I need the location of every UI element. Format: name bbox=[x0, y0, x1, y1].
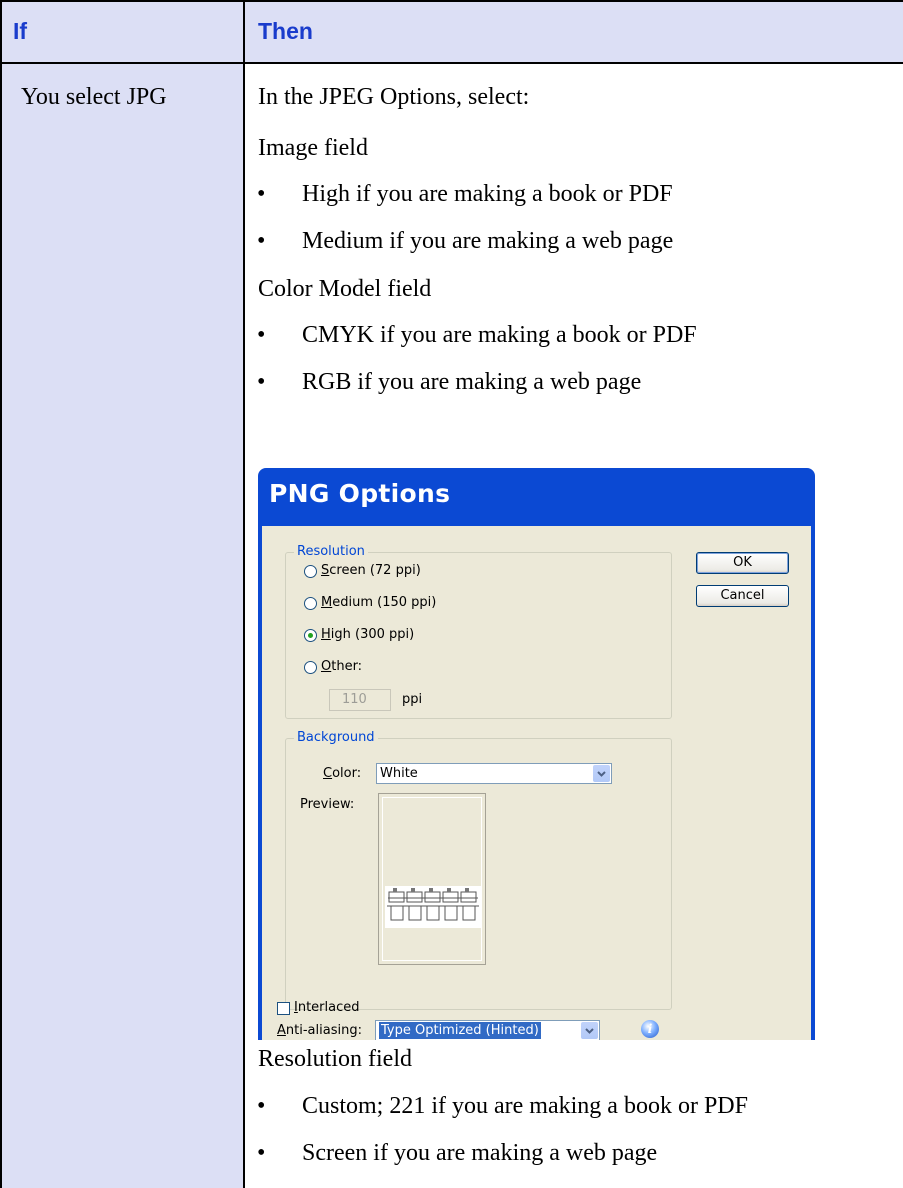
instruction-table: If Then You select JPG In the JPEG Optio… bbox=[0, 0, 903, 1188]
cancel-button[interactable]: Cancel bbox=[696, 585, 789, 607]
dialog-title: PNG Options bbox=[269, 479, 451, 508]
resolution-bullet-2: Screen if you are making a web page bbox=[302, 1140, 658, 1166]
color-label: Color: bbox=[323, 766, 362, 781]
bullet: • bbox=[257, 1140, 266, 1166]
bullet: • bbox=[257, 322, 266, 348]
radio-medium[interactable] bbox=[304, 597, 317, 610]
radio-other-label[interactable]: Other: bbox=[321, 659, 362, 674]
info-icon[interactable]: i bbox=[641, 1020, 659, 1038]
anti-aliasing-select[interactable]: Type Optimized (Hinted) bbox=[375, 1020, 600, 1040]
chevron-down-icon[interactable] bbox=[581, 1022, 598, 1039]
bullet: • bbox=[257, 181, 266, 207]
chevron-down-icon[interactable] bbox=[593, 765, 610, 782]
other-ppi-field[interactable]: 110 bbox=[329, 689, 391, 711]
interlaced-label[interactable]: Interlaced bbox=[294, 1000, 360, 1015]
interlaced-checkbox[interactable] bbox=[277, 1002, 290, 1015]
radio-high-label[interactable]: High (300 ppi) bbox=[321, 627, 414, 642]
image-field-bullet-2: Medium if you are making a web page bbox=[302, 228, 674, 254]
radio-screen-label[interactable]: Screen (72 ppi) bbox=[321, 563, 421, 578]
resolution-bullet-1: Custom; 221 if you are making a book or … bbox=[302, 1093, 748, 1119]
anti-aliasing-value: Type Optimized (Hinted) bbox=[379, 1022, 541, 1039]
column-divider bbox=[243, 0, 245, 1188]
header-then: Then bbox=[258, 18, 313, 44]
table-top-border bbox=[0, 0, 903, 2]
bullet: • bbox=[257, 1093, 266, 1119]
ppi-unit-label: ppi bbox=[402, 692, 423, 707]
background-color-value: White bbox=[380, 766, 418, 781]
radio-other[interactable] bbox=[304, 661, 317, 674]
resolution-legend: Resolution bbox=[294, 544, 368, 559]
intro-text: In the JPEG Options, select: bbox=[258, 84, 530, 110]
bullet: • bbox=[257, 228, 266, 254]
ok-button[interactable]: OK bbox=[696, 552, 789, 574]
background-legend: Background bbox=[294, 730, 378, 745]
preview-box bbox=[378, 793, 486, 965]
radio-screen[interactable] bbox=[304, 565, 317, 578]
preview-label: Preview: bbox=[300, 797, 355, 812]
radio-high[interactable] bbox=[304, 629, 317, 642]
image-field-bullet-1: High if you are making a book or PDF bbox=[302, 181, 673, 207]
color-model-bullet-2: RGB if you are making a web page bbox=[302, 369, 642, 395]
image-field-label: Image field bbox=[258, 135, 368, 161]
table-left-border bbox=[0, 0, 2, 1188]
png-options-dialog: PNG Options Resolution Screen (72 ppi) M… bbox=[258, 468, 815, 1040]
color-model-field-label: Color Model field bbox=[258, 276, 432, 302]
radio-medium-label[interactable]: Medium (150 ppi) bbox=[321, 595, 436, 610]
if-column-cell bbox=[0, 63, 243, 1188]
header-if: If bbox=[13, 18, 28, 44]
resolution-field-label: Resolution field bbox=[258, 1046, 412, 1072]
dialog-body: Resolution Screen (72 ppi) Medium (150 p… bbox=[262, 526, 811, 1040]
background-color-select[interactable]: White bbox=[376, 763, 612, 784]
header-divider bbox=[0, 62, 903, 64]
if-cell-text: You select JPG bbox=[21, 84, 167, 110]
color-model-bullet-1: CMYK if you are making a book or PDF bbox=[302, 322, 697, 348]
preview-thumbnail bbox=[385, 886, 481, 928]
bullet: • bbox=[257, 369, 266, 395]
table-header-row bbox=[0, 0, 903, 63]
anti-aliasing-label: Anti-aliasing: bbox=[277, 1023, 362, 1038]
